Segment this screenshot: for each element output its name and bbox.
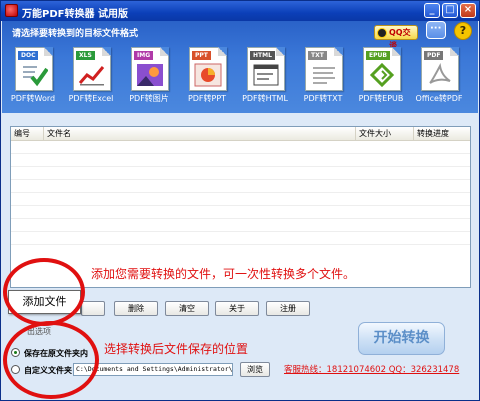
close-button[interactable]: × xyxy=(460,3,476,18)
table-row xyxy=(11,193,470,206)
format-tag: PPT xyxy=(192,51,211,60)
column-progress[interactable]: 转换进度 xyxy=(414,127,470,141)
format-header: 请选择要转换到的目标文件格式 QQ交谈 ? DOC PDF转Word XLS P… xyxy=(2,21,478,113)
format-word[interactable]: DOC PDF转Word xyxy=(8,47,58,105)
file-list-header: 编号 文件名 文件大小 转换进度 xyxy=(11,127,470,141)
format-label: PDF转Excel xyxy=(68,94,114,103)
maximize-button[interactable]: □ xyxy=(442,3,458,18)
format-image[interactable]: IMG PDF转图片 xyxy=(124,47,174,105)
html-file-icon: HTML xyxy=(247,47,285,91)
qq-chat-button[interactable]: QQ交谈 xyxy=(374,25,418,50)
table-row xyxy=(11,167,470,180)
table-row xyxy=(11,206,470,219)
image-art-icon xyxy=(137,64,163,86)
excel-art-icon xyxy=(78,66,105,86)
clear-button[interactable]: 清空 xyxy=(165,301,209,316)
format-tag: XLS xyxy=(76,51,95,60)
txt-file-icon: TXT xyxy=(305,47,343,91)
highlight-circle xyxy=(3,258,85,326)
txt-art-icon xyxy=(313,67,335,84)
qq-icon xyxy=(377,28,387,38)
word-art-icon xyxy=(23,66,48,87)
table-row xyxy=(11,232,470,245)
browse-button[interactable]: 浏览 xyxy=(240,362,270,377)
epub-file-icon: EPUB xyxy=(363,47,401,91)
format-tag: IMG xyxy=(134,51,154,60)
app-window: 万能PDF转换器 试用版 _ □ × 请选择要转换到的目标文件格式 QQ交谈 ?… xyxy=(0,0,480,401)
table-row xyxy=(11,141,470,154)
format-office-pdf[interactable]: PDF Office转PDF xyxy=(414,47,464,105)
blank-button[interactable] xyxy=(81,301,105,316)
column-number[interactable]: 编号 xyxy=(11,127,44,141)
epub-art-icon xyxy=(369,63,395,87)
format-label: PDF转Word xyxy=(10,94,56,103)
file-list[interactable]: 编号 文件名 文件大小 转换进度 xyxy=(10,126,471,288)
start-convert-button[interactable]: 开始转换 xyxy=(358,322,445,355)
xls-file-icon: XLS xyxy=(73,47,111,91)
app-logo-icon xyxy=(5,4,18,17)
title-bar[interactable]: 万能PDF转换器 试用版 _ □ × xyxy=(1,1,479,21)
format-label: PDF转HTML xyxy=(242,94,288,103)
table-row xyxy=(11,154,470,167)
support-contact[interactable]: 客服热线：18121074602 QQ：326231478 xyxy=(284,363,459,375)
format-tag: HTML xyxy=(250,51,275,60)
format-ppt[interactable]: PPT PDF转PPT xyxy=(182,47,232,105)
doc-file-icon: DOC xyxy=(15,47,53,91)
format-tag: EPUB xyxy=(366,51,390,60)
add-files-annotation: 添加您需要转换的文件，可一次性转换多个文件。 xyxy=(91,267,356,281)
highlight-circle xyxy=(3,321,99,399)
help-icon[interactable]: ? xyxy=(454,22,472,40)
format-label: PDF转图片 xyxy=(129,94,169,103)
save-location-annotation: 选择转换后文件保存的位置 xyxy=(104,342,249,356)
pdf-file-icon: PDF xyxy=(421,47,459,91)
format-label: Office转PDF xyxy=(415,94,463,103)
ppt-file-icon: PPT xyxy=(189,47,227,91)
column-filesize[interactable]: 文件大小 xyxy=(356,127,414,141)
format-tag: PDF xyxy=(424,51,444,60)
ppt-art-icon xyxy=(194,63,222,87)
format-hint: 请选择要转换到的目标文件格式 xyxy=(12,29,139,39)
column-filename[interactable]: 文件名 xyxy=(44,127,356,141)
format-label: PDF转EPUB xyxy=(358,94,404,103)
format-label: PDF转TXT xyxy=(303,94,343,103)
format-label: PDF转PPT xyxy=(187,94,227,103)
html-art-icon xyxy=(253,64,279,86)
minimize-button[interactable]: _ xyxy=(424,3,440,18)
format-tag: TXT xyxy=(308,51,327,60)
format-excel[interactable]: XLS PDF转Excel xyxy=(66,47,116,105)
delete-button[interactable]: 删除 xyxy=(114,301,158,316)
table-row xyxy=(11,219,470,232)
format-html[interactable]: HTML PDF转HTML xyxy=(240,47,290,105)
pdf-art-icon xyxy=(429,63,451,84)
format-tag: DOC xyxy=(18,51,39,60)
window-title: 万能PDF转换器 试用版 xyxy=(22,9,128,20)
about-button[interactable]: 关于 xyxy=(215,301,259,316)
format-epub[interactable]: EPUB PDF转EPUB xyxy=(356,47,406,105)
format-txt[interactable]: TXT PDF转TXT xyxy=(298,47,348,105)
img-file-icon: IMG xyxy=(131,47,169,91)
table-row xyxy=(11,180,470,193)
register-button[interactable]: 注册 xyxy=(266,301,310,316)
chat-icon[interactable] xyxy=(426,21,446,39)
